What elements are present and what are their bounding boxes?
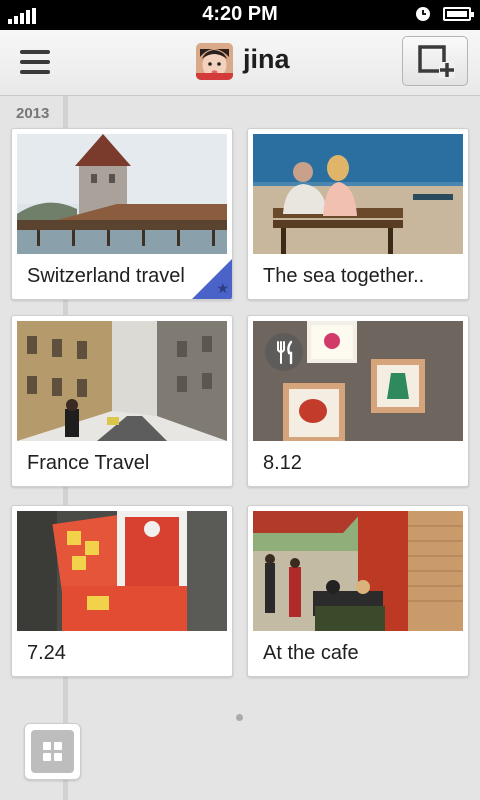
new-album-button[interactable] xyxy=(402,36,468,86)
battery-icon xyxy=(443,7,474,21)
alarm-clock-icon xyxy=(416,7,430,21)
fork-knife-icon xyxy=(265,333,303,371)
album-photo xyxy=(17,511,227,631)
album-card[interactable]: France Travel xyxy=(11,315,233,487)
album-card[interactable]: 7.24 xyxy=(11,505,233,677)
album-photo xyxy=(253,321,463,441)
album-photo xyxy=(17,321,227,441)
album-card[interactable]: At the cafe xyxy=(247,505,469,677)
album-photo xyxy=(253,134,463,254)
album-title: At the cafe xyxy=(263,642,359,664)
album-card[interactable]: The sea together.. xyxy=(247,128,469,300)
album-card[interactable]: Switzerland travel ★ xyxy=(11,128,233,300)
status-time: 4:20 PM xyxy=(202,3,278,25)
album-title: 7.24 xyxy=(27,642,66,664)
add-album-icon xyxy=(418,45,455,78)
app-header: jina xyxy=(0,30,480,96)
avatar[interactable] xyxy=(196,43,233,80)
timeline-year: 2013 xyxy=(16,105,50,122)
album-card[interactable]: 8.12 xyxy=(247,315,469,487)
status-bar: 4:20 PM xyxy=(0,0,480,30)
album-photo xyxy=(253,511,463,631)
star-icon: ★ xyxy=(216,280,229,296)
grid-view-icon xyxy=(31,730,74,773)
grid-view-button[interactable] xyxy=(24,723,81,780)
page-indicator-dot xyxy=(236,714,243,721)
album-title: France Travel xyxy=(27,452,150,474)
album-title: The sea together.. xyxy=(263,265,425,287)
hamburger-menu-icon[interactable] xyxy=(20,48,52,76)
album-title: 8.12 xyxy=(263,452,302,474)
album-title: Switzerland travel xyxy=(27,265,185,287)
album-photo xyxy=(17,134,227,254)
user-name[interactable]: jina xyxy=(243,44,290,75)
